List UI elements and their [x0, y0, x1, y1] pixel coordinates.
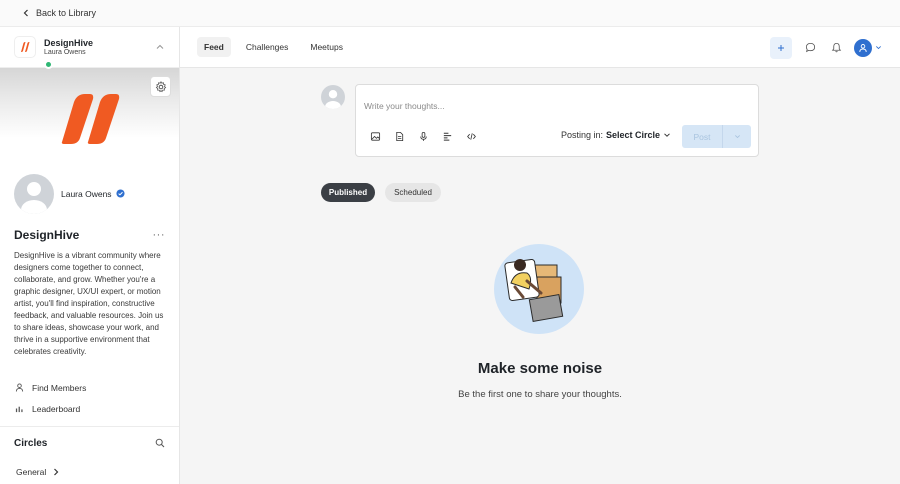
- microphone-icon[interactable]: [417, 130, 429, 142]
- chevron-down-icon: [664, 133, 670, 137]
- top-bar: Back to Library: [0, 0, 900, 27]
- community-logo: [61, 94, 119, 144]
- posting-target: Select Circle: [606, 130, 661, 140]
- post-options-button[interactable]: [723, 133, 751, 140]
- filter-published[interactable]: Published: [321, 183, 375, 202]
- community-description: DesignHive is a vibrant community where …: [14, 251, 164, 356]
- messages-button[interactable]: [802, 40, 818, 56]
- tab-challenges[interactable]: Challenges: [239, 37, 296, 57]
- person-icon: [15, 383, 24, 392]
- main-header: Feed Challenges Meetups: [180, 27, 900, 68]
- chevron-left-icon: [23, 9, 28, 17]
- profile-row[interactable]: Laura Owens: [0, 60, 179, 214]
- empty-state-title: Make some noise: [477, 360, 603, 377]
- sidebar-item-label: Find Members: [32, 382, 87, 393]
- user-menu-button[interactable]: [854, 38, 882, 57]
- chat-icon: [805, 42, 815, 53]
- document-icon[interactable]: [393, 130, 405, 142]
- settings-button[interactable]: [150, 76, 171, 97]
- sidebar: DesignHive Laura Owens Laura Owens Desig…: [0, 27, 180, 484]
- posting-target-selector[interactable]: Posting in: Select Circle: [561, 130, 671, 140]
- search-icon[interactable]: [155, 438, 165, 448]
- circle-item-general[interactable]: General: [0, 459, 179, 484]
- community-switcher[interactable]: DesignHive Laura Owens: [0, 27, 179, 68]
- gear-icon: [155, 80, 166, 92]
- brand-logo: [14, 36, 36, 58]
- tab-feed[interactable]: Feed: [197, 37, 231, 57]
- composer-avatar: [321, 85, 345, 109]
- create-button[interactable]: [770, 36, 792, 59]
- user-avatar-icon: [854, 38, 872, 57]
- filter-scheduled[interactable]: Scheduled: [385, 183, 441, 202]
- more-options-icon[interactable]: ···: [153, 229, 166, 241]
- profile-name: Laura Owens: [61, 188, 112, 199]
- post-button-label: Post: [693, 131, 711, 142]
- post-composer: Write your thoughts... Posting in: Selec…: [355, 84, 759, 157]
- bell-icon: [831, 42, 841, 53]
- cover-banner: [0, 68, 179, 168]
- posting-prefix: Posting in:: [561, 130, 604, 140]
- code-icon[interactable]: [465, 130, 477, 142]
- brand-user: Laura Owens: [44, 49, 86, 56]
- back-to-library-link[interactable]: Back to Library: [22, 8, 96, 18]
- empty-state-subtitle: Be the first one to share your thoughts.: [458, 389, 622, 400]
- post-button[interactable]: Post: [682, 125, 751, 148]
- sidebar-item-label: Leaderboard: [32, 403, 81, 414]
- chevron-up-icon: [156, 44, 164, 49]
- notifications-button[interactable]: [828, 40, 844, 56]
- tab-meetups[interactable]: Meetups: [303, 37, 350, 57]
- circle-label: General: [16, 466, 47, 477]
- circles-title: Circles: [14, 437, 48, 449]
- image-icon[interactable]: [369, 130, 381, 142]
- composer-input[interactable]: Write your thoughts...: [364, 101, 445, 111]
- feed-area: Write your thoughts... Posting in: Selec…: [180, 68, 900, 484]
- chevron-down-icon: [876, 46, 881, 50]
- verified-badge-icon: [116, 189, 125, 198]
- bar-chart-icon: [15, 406, 23, 413]
- sidebar-item-leaderboard[interactable]: Leaderboard: [0, 398, 179, 419]
- chevron-right-icon: [54, 468, 59, 475]
- avatar: [14, 173, 54, 214]
- empty-state-illustration: [494, 244, 584, 334]
- online-status-dot: [44, 60, 53, 69]
- brand-name: DesignHive: [44, 38, 94, 48]
- sidebar-item-find-members[interactable]: Find Members: [0, 377, 179, 398]
- plus-icon: [778, 44, 784, 51]
- community-title: DesignHive: [14, 228, 80, 242]
- back-label: Back to Library: [36, 8, 97, 18]
- poll-icon[interactable]: [441, 130, 453, 142]
- chevron-down-icon: [734, 135, 740, 139]
